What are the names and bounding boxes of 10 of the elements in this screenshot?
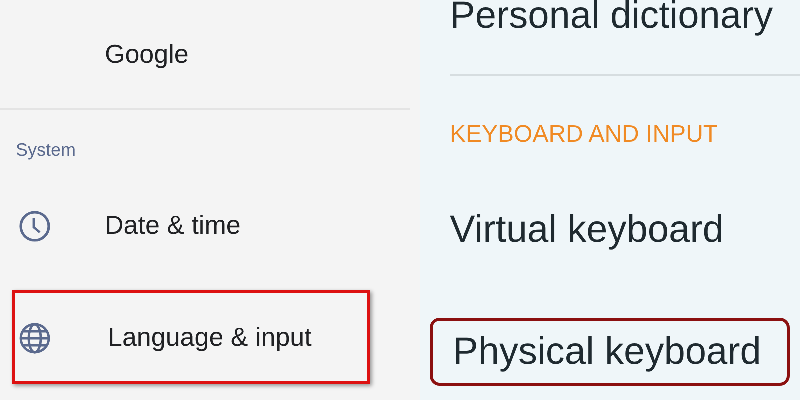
highlighted-settings-item[interactable]: Physical keyboard <box>430 318 790 386</box>
section-header: KEYBOARD AND INPUT <box>450 120 718 150</box>
settings-item[interactable]: Virtual keyboard <box>450 194 800 266</box>
clock-icon <box>18 210 52 244</box>
settings-item[interactable]: Google <box>0 0 410 110</box>
globe-icon <box>18 322 52 356</box>
highlighted-settings-item[interactable]: Language & input <box>12 290 370 384</box>
settings-item[interactable]: Date & time <box>0 190 420 260</box>
section-header: System <box>16 138 76 162</box>
settings-item[interactable]: Personal dictionary <box>450 0 800 76</box>
